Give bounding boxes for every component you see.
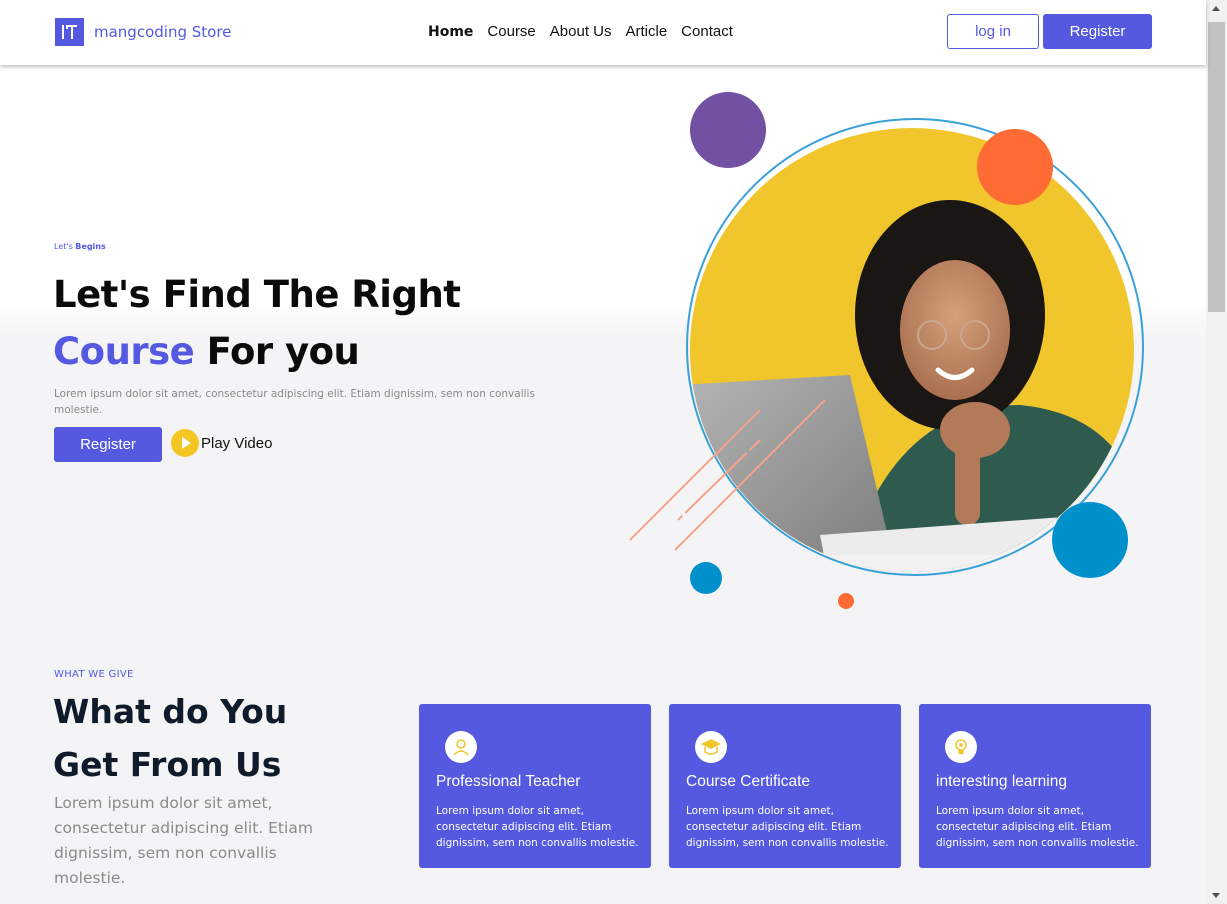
section-title-line1: What do You — [53, 692, 288, 731]
play-video-button[interactable]: Play Video — [171, 429, 272, 457]
page-scrollbar[interactable] — [1206, 0, 1227, 904]
card-title: Course Certificate — [686, 773, 811, 790]
scroll-up-arrow-icon[interactable] — [1212, 6, 1220, 11]
hero-illustration — [620, 85, 1160, 615]
hero-eyebrow: Let's Begins — [54, 242, 106, 251]
hero-description: Lorem ipsum dolor sit amet, consectetur … — [54, 388, 535, 416]
hero-register-button[interactable]: Register — [54, 427, 162, 462]
hero-eyebrow-bold: Begins — [75, 242, 106, 251]
card-title: interesting learning — [936, 773, 1067, 790]
nav-link-course[interactable]: Course — [487, 23, 535, 41]
nav-link-article[interactable]: Article — [625, 23, 667, 41]
logo-icon — [55, 18, 84, 46]
feature-card-course-certificate[interactable]: Course Certificate Lorem ipsum dolor sit… — [669, 704, 901, 868]
brand-logo[interactable]: mangcoding Store — [55, 18, 231, 46]
main-nav: Home Course About Us Article Contact — [428, 23, 747, 41]
section-eyebrow: WHAT WE GIVE — [54, 669, 134, 680]
hero-title-line1: Let's Find The Right — [53, 273, 461, 316]
nav-link-contact[interactable]: Contact — [681, 23, 733, 41]
hero-eyebrow-prefix: Let's — [54, 242, 73, 251]
card-description: Lorem ipsum dolor sit amet, consectetur … — [686, 805, 889, 849]
blue-circle-small — [690, 562, 722, 594]
hero-title-line2: Course For you — [53, 323, 461, 380]
feature-card-professional-teacher[interactable]: Professional Teacher Lorem ipsum dolor s… — [419, 704, 651, 868]
feature-card-interesting-learning[interactable]: interesting learning Lorem ipsum dolor s… — [919, 704, 1151, 868]
orange-circle — [977, 129, 1053, 205]
hero-title: Let's Find The Right Course For you — [53, 266, 461, 380]
hero-title-accent: Course — [53, 330, 195, 373]
section-title: What do You Get From Us — [53, 685, 287, 791]
purple-circle — [690, 92, 766, 168]
nav-link-home[interactable]: Home — [428, 23, 473, 41]
register-button[interactable]: Register — [1043, 14, 1152, 49]
navbar: mangcoding Store Home Course About Us Ar… — [0, 0, 1206, 65]
hero-title-rest: For you — [206, 330, 360, 373]
play-video-label: Play Video — [201, 434, 273, 452]
brand-name: mangcoding Store — [94, 23, 232, 41]
card-title: Professional Teacher — [436, 773, 581, 790]
scroll-down-arrow-icon[interactable] — [1212, 893, 1220, 898]
nav-link-about-us[interactable]: About Us — [550, 23, 612, 41]
teacher-icon — [445, 731, 477, 763]
lightbulb-icon — [945, 731, 977, 763]
card-description: Lorem ipsum dolor sit amet, consectetur … — [436, 805, 639, 849]
graduation-cap-icon — [695, 731, 727, 763]
blue-circle-large — [1052, 502, 1128, 578]
login-button[interactable]: log in — [947, 14, 1039, 49]
scrollbar-thumb[interactable] — [1208, 22, 1225, 312]
play-icon — [171, 429, 199, 457]
section-title-line2: Get From Us — [53, 745, 282, 784]
orange-dot — [838, 593, 854, 609]
section-description: Lorem ipsum dolor sit amet, consectetur … — [54, 794, 313, 887]
card-description: Lorem ipsum dolor sit amet, consectetur … — [936, 805, 1139, 849]
